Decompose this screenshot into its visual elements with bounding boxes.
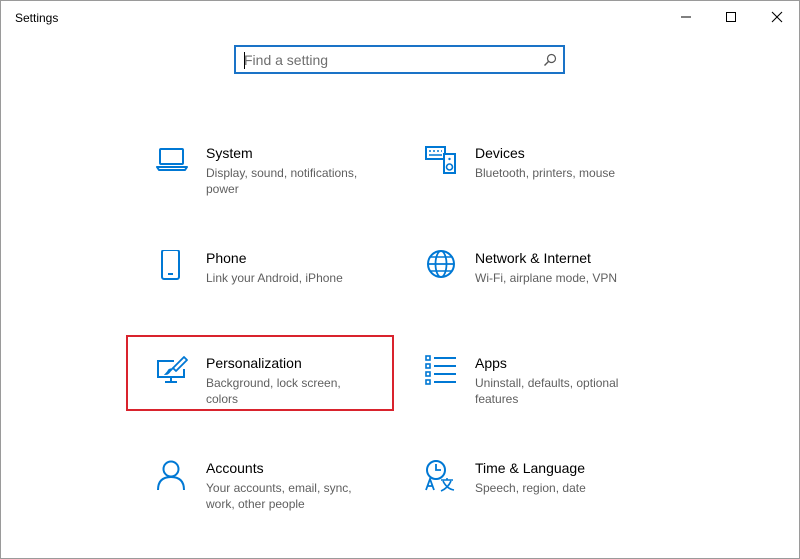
search-input[interactable] (244, 50, 534, 70)
category-name: System (206, 145, 253, 161)
search-box[interactable] (234, 45, 565, 74)
phone-icon (161, 250, 180, 280)
category-name: Network & Internet (475, 250, 591, 266)
maximize-icon (726, 12, 736, 22)
category-name: Apps (475, 355, 507, 371)
search-icon[interactable] (543, 53, 557, 67)
category-description: Link your Android, iPhone (206, 271, 343, 285)
category-name: Devices (475, 145, 525, 161)
maximize-button[interactable] (708, 1, 754, 33)
category-phone[interactable]: Phone Link your Android, iPhone (156, 250, 406, 320)
close-button[interactable] (754, 1, 800, 33)
time-language-icon (425, 460, 455, 492)
category-system[interactable]: System Display, sound, notifications, po… (156, 145, 406, 215)
category-description: Your accounts, email, sync, work, other … (206, 481, 352, 511)
window-title: Settings (15, 11, 59, 25)
category-description: Wi-Fi, airplane mode, VPN (475, 271, 618, 285)
category-network-internet[interactable]: Network & Internet Wi-Fi, airplane mode,… (425, 250, 675, 320)
category-apps[interactable]: Apps Uninstall, defaults, optional featu… (425, 355, 675, 425)
category-name: Time & Language (475, 460, 585, 476)
laptop-icon (156, 148, 188, 171)
category-accounts[interactable]: Accounts Your accounts, email, sync, wor… (156, 460, 406, 530)
highlight-box (126, 335, 394, 411)
category-description: Uninstall, defaults, optional features (475, 376, 619, 406)
title-bar[interactable]: Settings (1, 1, 799, 33)
close-icon (771, 11, 783, 23)
person-icon (157, 460, 185, 491)
settings-window: Settings System Display, sound, notifica… (0, 0, 800, 559)
category-name: Phone (206, 250, 247, 266)
globe-icon (427, 250, 455, 278)
minimize-button[interactable] (663, 1, 709, 33)
category-description: Speech, region, date (475, 481, 586, 495)
category-devices[interactable]: Devices Bluetooth, printers, mouse (425, 145, 675, 215)
keyboard-speaker-icon (425, 146, 456, 174)
category-time-language[interactable]: Time & Language Speech, region, date (425, 460, 675, 530)
category-name: Accounts (206, 460, 264, 476)
app-list-icon (425, 355, 456, 385)
category-description: Bluetooth, printers, mouse (475, 166, 616, 180)
category-description: Display, sound, notifications, power (206, 166, 358, 196)
minimize-icon (681, 16, 691, 18)
